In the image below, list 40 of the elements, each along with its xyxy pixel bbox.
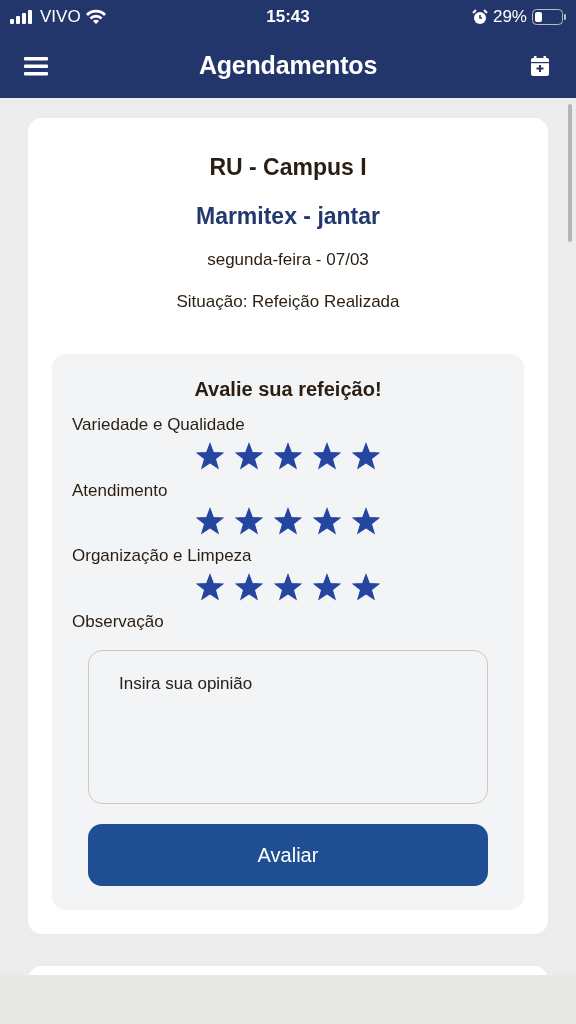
calendar-plus-icon	[531, 56, 549, 76]
place-name: RU - Campus I	[209, 153, 367, 182]
star-rating[interactable]	[196, 572, 380, 601]
add-calendar-button[interactable]	[528, 54, 552, 78]
battery-percent: 29%	[492, 6, 527, 29]
star-icon[interactable]	[196, 507, 224, 535]
submit-button[interactable]: Avaliar	[88, 824, 488, 886]
criterion-label: Variedade e Qualidade	[72, 414, 246, 436]
star-icon[interactable]	[313, 572, 341, 601]
star-rating[interactable]	[196, 441, 380, 470]
carrier-name: VIVO	[40, 6, 81, 29]
star-icon[interactable]	[235, 441, 263, 470]
menu-icon	[24, 56, 48, 76]
star-icon[interactable]	[313, 441, 341, 470]
note-label: Observação	[72, 610, 165, 633]
star-icon[interactable]	[196, 572, 224, 601]
menu-button[interactable]	[24, 54, 48, 78]
star-icon[interactable]	[235, 572, 263, 601]
star-icon[interactable]	[352, 441, 380, 470]
star-icon[interactable]	[274, 507, 302, 535]
meal-name: Marmitex - jantar	[195, 201, 381, 231]
star-icon[interactable]	[274, 572, 302, 601]
page-title: Agendamentos	[198, 50, 378, 82]
alarm-icon	[471, 9, 488, 25]
meal-date: segunda-feira - 07/03	[207, 249, 369, 271]
star-icon[interactable]	[313, 507, 341, 535]
note-field[interactable]: Insira sua opinião	[88, 650, 488, 804]
star-icon[interactable]	[196, 441, 224, 470]
battery-icon	[532, 9, 566, 25]
criterion-label: Organização e Limpeza	[72, 545, 253, 567]
star-icon[interactable]	[274, 441, 302, 470]
star-icon[interactable]	[235, 507, 263, 535]
rating-title: Avalie sua refeição!	[193, 377, 383, 402]
star-icon[interactable]	[352, 507, 380, 535]
criterion-label: Atendimento	[72, 479, 169, 502]
status-time: 15:43	[266, 6, 310, 29]
star-icon[interactable]	[352, 572, 380, 601]
star-rating[interactable]	[196, 507, 380, 535]
wifi-icon	[84, 9, 107, 25]
meal-status: Situação: Refeição Realizada	[176, 290, 400, 313]
